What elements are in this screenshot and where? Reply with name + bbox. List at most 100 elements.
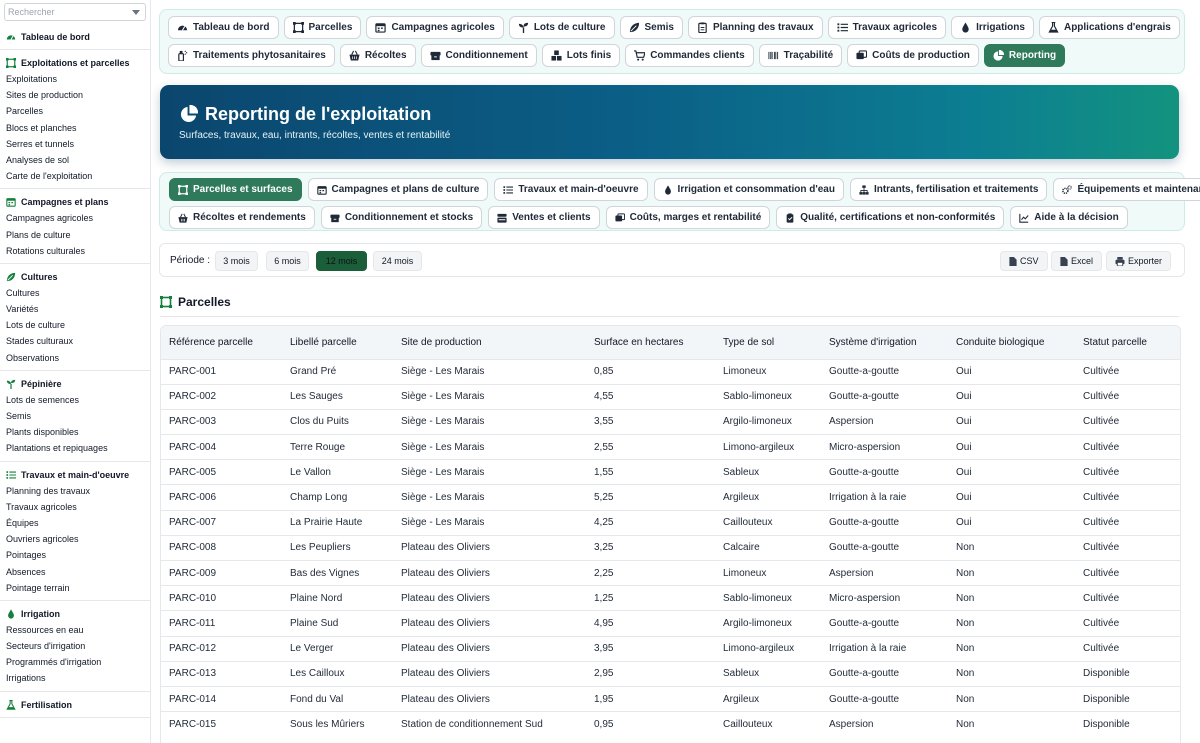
module-nav-0-button[interactable]: Tableau de bord (168, 16, 279, 39)
sidebar-section-header[interactable]: Fertilisation (0, 697, 150, 713)
sidebar-item[interactable]: Blocs et planches (0, 120, 150, 136)
sidebar-item[interactable]: Plans de culture (0, 227, 150, 243)
sidebar-item[interactable]: Pointages (0, 547, 150, 563)
table-row[interactable]: PARC-014 Fond du Val Plateau des Oliviers 1… (161, 686, 1180, 711)
period-12-months-button[interactable]: 12 mois (316, 251, 367, 271)
module-nav-0-button[interactable]: Traitements phytosanitaires (168, 44, 335, 67)
module-nav-2-button[interactable]: Campagnes agricoles (366, 16, 504, 39)
sidebar-item[interactable]: Sites de production (0, 87, 150, 103)
sidebar-item[interactable]: Semis (0, 408, 150, 424)
sidebar-item[interactable]: Ressources en eau (0, 622, 150, 638)
sidebar-item[interactable]: Rotations culturales (0, 243, 150, 259)
sidebar-section-header[interactable]: Irrigation (0, 606, 150, 622)
column-header[interactable]: Conduite biologique (948, 326, 1075, 359)
sidebar-section-header[interactable]: Travaux et main-d'oeuvre (0, 467, 150, 483)
module-nav-6-button[interactable]: Travaux agricoles (827, 16, 947, 39)
column-header[interactable]: Système d'irrigation (821, 326, 948, 359)
sidebar-item[interactable]: Plantations et repiquages (0, 440, 150, 456)
sidebar-item[interactable]: Observations (0, 350, 150, 366)
report-nav-3-button[interactable]: Irrigation et consommation d'eau (653, 178, 844, 201)
report-nav-0-button[interactable]: Récoltes et rendements (169, 206, 315, 229)
module-nav-6-button[interactable]: Coûts de production (847, 44, 979, 67)
report-nav-3-button[interactable]: Coûts, marges et rentabilité (605, 206, 771, 229)
period-6-months-button[interactable]: 6 mois (266, 251, 309, 271)
column-header[interactable]: Libellé parcelle (282, 326, 393, 359)
report-nav-1-button[interactable]: Conditionnement et stocks (320, 206, 483, 229)
export-button[interactable]: Exporter (1106, 251, 1172, 271)
report-nav-0-button[interactable]: Parcelles et surfaces (169, 178, 302, 201)
csv-export-button[interactable]: CSV (1000, 251, 1048, 271)
module-nav-8-button[interactable]: Applications d'engrais (1038, 16, 1180, 39)
module-nav-3-button[interactable]: Lots de culture (508, 16, 615, 39)
excel-export-button[interactable]: Excel (1051, 251, 1103, 271)
sidebar-item[interactable]: Lots de culture (0, 317, 150, 333)
report-nav-4-button[interactable]: Qualité, certifications et non-conformit… (776, 206, 1005, 229)
module-nav-7-button[interactable]: Irrigations (951, 16, 1034, 39)
sidebar-item[interactable]: Exploitations (0, 71, 150, 87)
module-nav-4-button[interactable]: Commandes clients (625, 44, 754, 67)
module-nav-1-button[interactable]: Parcelles (283, 16, 362, 39)
table-row[interactable]: PARC-011 Plaine Sud Plateau des Oliviers 4,… (161, 610, 1180, 636)
sidebar-item[interactable]: Variétés (0, 301, 150, 317)
sidebar-item[interactable]: Absences (0, 564, 150, 580)
search-box[interactable] (4, 3, 146, 21)
module-nav-3-button[interactable]: Lots finis (541, 44, 621, 67)
sidebar-item[interactable]: Planning des travaux (0, 483, 150, 499)
column-header[interactable]: Type de sol (715, 326, 821, 359)
column-header[interactable]: Référence parcelle (161, 326, 282, 359)
table-row[interactable]: PARC-006 Champ Long Siège - Les Marais 5,25… (161, 484, 1180, 510)
sidebar-item[interactable]: Ouvriers agricoles (0, 531, 150, 547)
module-nav-2-button[interactable]: Conditionnement (420, 44, 537, 67)
sidebar-item[interactable]: Irrigations (0, 670, 150, 686)
sidebar-item[interactable]: Stades culturaux (0, 333, 150, 349)
table-row[interactable]: PARC-009 Bas des Vignes Plateau des Olivie… (161, 560, 1180, 586)
sidebar-item[interactable]: Équipes (0, 515, 150, 531)
sidebar-item[interactable]: Carte de l'exploitation (0, 168, 150, 184)
table-row[interactable]: PARC-004 Terre Rouge Siège - Les Marais 2,5… (161, 434, 1180, 460)
report-nav-2-button[interactable]: Travaux et main-d'oeuvre (494, 178, 648, 201)
module-nav-4-button[interactable]: Semis (619, 16, 683, 39)
table-row[interactable]: PARC-007 La Prairie Haute Siège - Les Mara… (161, 510, 1180, 535)
sidebar-item[interactable]: Parcelles (0, 103, 150, 119)
report-nav-2-button[interactable]: Ventes et clients (488, 206, 600, 229)
sidebar-item[interactable]: Plants disponibles (0, 424, 150, 440)
module-nav-1-button[interactable]: Récoltes (339, 44, 416, 67)
column-header[interactable]: Surface en hectares (586, 326, 715, 359)
table-row[interactable]: PARC-003 Clos du Puits Siège - Les Marais 3… (161, 409, 1180, 434)
period-3-months-button[interactable]: 3 mois (215, 251, 258, 271)
sidebar-item[interactable]: Lots de semences (0, 392, 150, 408)
sidebar-item[interactable]: Analyses de sol (0, 152, 150, 168)
column-header[interactable]: Statut parcelle (1075, 326, 1180, 359)
table-row[interactable]: PARC-008 Les Peupliers Plateau des Olivier… (161, 535, 1180, 560)
sidebar-section-header[interactable]: Tableau de bord (0, 29, 150, 45)
sidebar-item[interactable]: Pointage terrain (0, 580, 150, 596)
table-row[interactable]: PARC-002 Les Sauges Siège - Les Marais 4,55… (161, 384, 1180, 409)
search-input[interactable] (5, 4, 125, 20)
table-row[interactable]: PARC-015 Sous les Mûriers Station de condi… (161, 711, 1180, 737)
sidebar-section-header[interactable]: Pépinière (0, 376, 150, 392)
chevron-down-icon[interactable] (132, 10, 140, 15)
table-row[interactable]: PARC-013 Les Cailloux Plateau des Oliviers… (161, 661, 1180, 686)
sidebar-item[interactable]: Campagnes agricoles (0, 210, 150, 226)
report-nav-4-button[interactable]: Intrants, fertilisation et traitements (849, 178, 1048, 201)
module-nav-5-button[interactable]: Planning des travaux (687, 16, 823, 39)
report-nav-5-button[interactable]: Aide à la décision (1010, 206, 1128, 229)
report-nav-1-button[interactable]: Campagnes et plans de culture (307, 178, 489, 201)
table-row[interactable]: PARC-010 Plaine Nord Plateau des Oliviers 1… (161, 585, 1180, 611)
column-header[interactable]: Site de production (393, 326, 586, 359)
table-row[interactable]: PARC-001 Grand Pré Siège - Les Marais 0,85 L… (161, 359, 1180, 384)
period-24-months-button[interactable]: 24 mois (373, 251, 422, 271)
sidebar-item[interactable]: Programmés d'irrigation (0, 654, 150, 670)
module-nav-5-button[interactable]: Traçabilité (758, 44, 843, 67)
report-nav-5-button[interactable]: Équipements et maintenance (1053, 178, 1200, 201)
table-row[interactable]: PARC-005 Le Vallon Siège - Les Marais 1,55 S… (161, 459, 1180, 485)
table-row[interactable]: PARC-012 Le Verger Plateau des Oliviers 3,9… (161, 636, 1180, 661)
sidebar-item[interactable]: Cultures (0, 285, 150, 301)
sidebar-item[interactable]: Secteurs d'irrigation (0, 638, 150, 654)
sidebar-section-header[interactable]: Campagnes et plans (0, 194, 150, 210)
sidebar-section-header[interactable]: Cultures (0, 269, 150, 285)
sidebar-item[interactable]: Serres et tunnels (0, 136, 150, 152)
sidebar-section-header[interactable]: Exploitations et parcelles (0, 55, 150, 71)
module-nav-7-button[interactable]: Reporting (983, 44, 1066, 67)
sidebar-item[interactable]: Travaux agricoles (0, 499, 150, 515)
